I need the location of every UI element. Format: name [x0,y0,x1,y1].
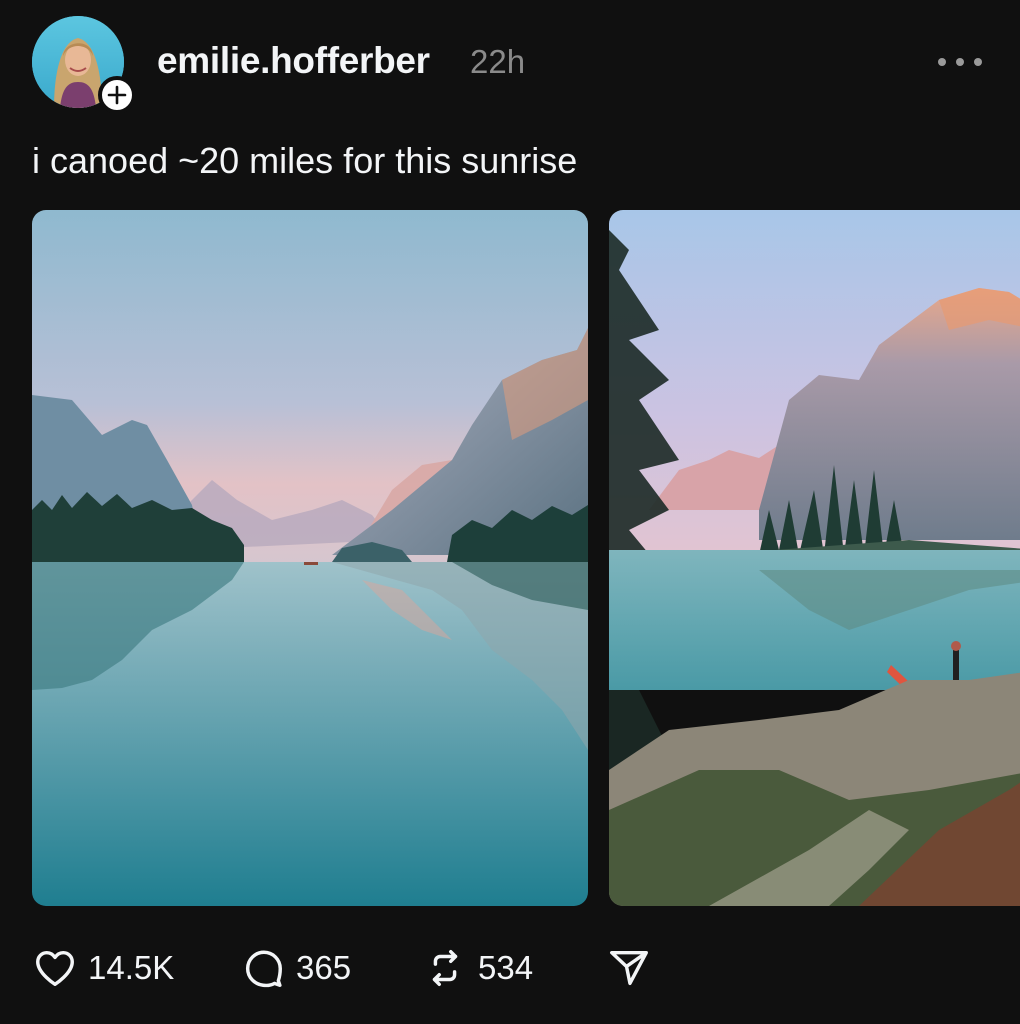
plus-icon [107,85,127,105]
action-bar: 14.5K 365 534 [0,940,1020,1000]
like-button[interactable]: 14.5K [32,940,174,996]
repost-count: 534 [478,949,534,986]
comment-bubble-icon [245,950,282,988]
post-photo-2[interactable] [609,210,1020,906]
reply-count: 365 [296,949,352,986]
send-icon [610,950,648,986]
more-dot [956,58,964,66]
post-timestamp: 22h [470,43,526,80]
post-caption: i canoed ~20 miles for this sunrise [32,140,578,181]
follow-button[interactable] [98,76,136,114]
reply-button[interactable]: 365 [240,940,351,996]
repost-icon [432,949,458,987]
post-photo-1[interactable] [32,210,588,906]
more-horizontal-icon [938,58,946,66]
avatar[interactable] [32,16,136,114]
repost-button[interactable]: 534 [422,940,533,996]
heart-icon [36,950,74,987]
media-carousel[interactable] [0,210,1020,906]
username-link[interactable]: emilie.hofferber [157,40,430,82]
more-options-button[interactable] [938,52,982,72]
share-button[interactable] [606,940,652,996]
like-count: 14.5K [88,949,175,986]
more-dot [974,58,982,66]
